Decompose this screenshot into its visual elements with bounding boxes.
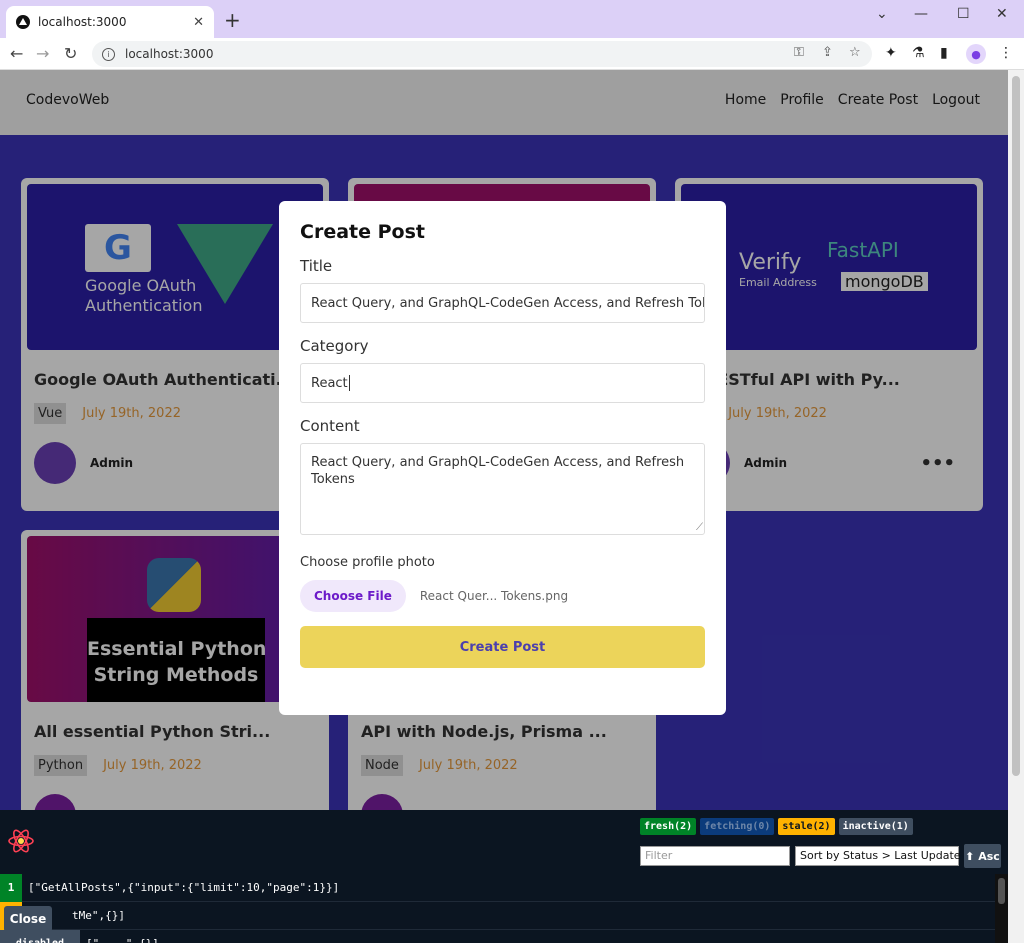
query-row[interactable]: 1 ["GetAllPosts",{"input":{"limit":10,"p… <box>0 873 995 902</box>
query-sort-select[interactable]: Sort by Status > Last Update ▾ <box>795 846 970 866</box>
key-icon[interactable]: ⚿ <box>794 45 804 60</box>
header-backdrop <box>0 70 1008 135</box>
react-query-logo-icon[interactable] <box>6 826 36 856</box>
menu-kebab-icon[interactable]: ⋮ <box>999 45 1013 61</box>
badge-fresh: fresh(2) <box>640 818 697 835</box>
category-input-value: React <box>311 375 348 391</box>
query-row[interactable]: disabled ["....",{}] <box>0 929 995 943</box>
create-post-button[interactable]: Create Post <box>300 626 705 668</box>
photo-label: Choose profile photo <box>300 555 435 570</box>
modal-title: Create Post <box>300 221 425 243</box>
labs-flask-icon[interactable]: ⚗ <box>912 45 925 61</box>
maximize-icon[interactable]: ☐ <box>957 6 970 22</box>
favicon-icon <box>16 15 30 29</box>
content-textarea[interactable]: React Query, and GraphQL-CodeGen Access,… <box>300 443 705 536</box>
tab-title: localhost:3000 <box>38 15 127 29</box>
side-panel-icon[interactable]: ▮ <box>940 45 948 61</box>
reload-icon[interactable]: ↻ <box>64 44 77 63</box>
query-observer-count: 1 <box>0 873 22 902</box>
share-icon[interactable]: ⇪ <box>822 45 833 60</box>
text-caret <box>348 375 350 391</box>
query-status-badges: fresh(2) fetching(0) stale(2) inactive(1… <box>640 818 913 835</box>
profile-avatar-icon[interactable]: ● <box>966 44 986 64</box>
query-row[interactable]: tMe",{}] <box>0 901 995 930</box>
minimize-icon[interactable]: — <box>914 6 928 22</box>
address-bar[interactable]: i localhost:3000 ⚿ ⇪ ☆ <box>92 41 872 67</box>
devtools-scrollbar-thumb[interactable] <box>998 878 1005 904</box>
category-label: Category <box>300 337 369 355</box>
browser-tab-bar: localhost:3000 ✕ + ⌄ — ☐ ✕ <box>0 0 1024 38</box>
browser-toolbar: ← → ↻ i localhost:3000 ⚿ ⇪ ☆ <box>0 38 1024 70</box>
devtools-scrollbar[interactable] <box>995 874 1008 943</box>
new-tab-button[interactable]: + <box>224 10 241 30</box>
back-icon[interactable]: ← <box>10 44 23 63</box>
query-key: ["....",{}] <box>86 937 159 943</box>
forward-icon[interactable]: → <box>36 44 49 63</box>
tab-close-icon[interactable]: ✕ <box>193 15 204 30</box>
devtools-close-button[interactable]: Close <box>4 906 52 932</box>
query-key: tMe",{}] <box>72 909 125 922</box>
badge-fetching: fetching(0) <box>700 818 775 835</box>
badge-stale: stale(2) <box>778 818 835 835</box>
title-input[interactable]: React Query, and GraphQL-CodeGen Access,… <box>300 283 705 323</box>
scrollbar-thumb[interactable] <box>1012 76 1020 776</box>
bookmark-star-icon[interactable]: ☆ <box>849 45 861 60</box>
site-info-icon[interactable]: i <box>102 47 115 61</box>
query-filter-input[interactable]: Filter <box>640 846 790 866</box>
selected-file-name: React Quer... Tokens.png <box>419 589 569 603</box>
extensions-icon[interactable]: ✦ <box>885 45 897 61</box>
title-label: Title <box>300 257 333 275</box>
category-input[interactable]: React <box>300 363 705 403</box>
url-text: localhost:3000 <box>125 47 214 61</box>
content-label: Content <box>300 417 360 435</box>
window-close-icon[interactable]: ✕ <box>996 6 1008 22</box>
sort-asc-button[interactable]: ⬆ Asc <box>964 844 1001 868</box>
tab-search-icon[interactable]: ⌄ <box>876 6 888 22</box>
choose-file-button[interactable]: Choose File <box>300 580 406 612</box>
browser-tab[interactable]: localhost:3000 ✕ <box>6 6 214 38</box>
query-key: ["GetAllPosts",{"input":{"limit":10,"pag… <box>28 881 340 894</box>
create-post-modal: Create Post Title React Query, and Graph… <box>279 201 726 715</box>
page-scrollbar[interactable] <box>1008 70 1024 943</box>
badge-inactive: inactive(1) <box>838 818 913 835</box>
